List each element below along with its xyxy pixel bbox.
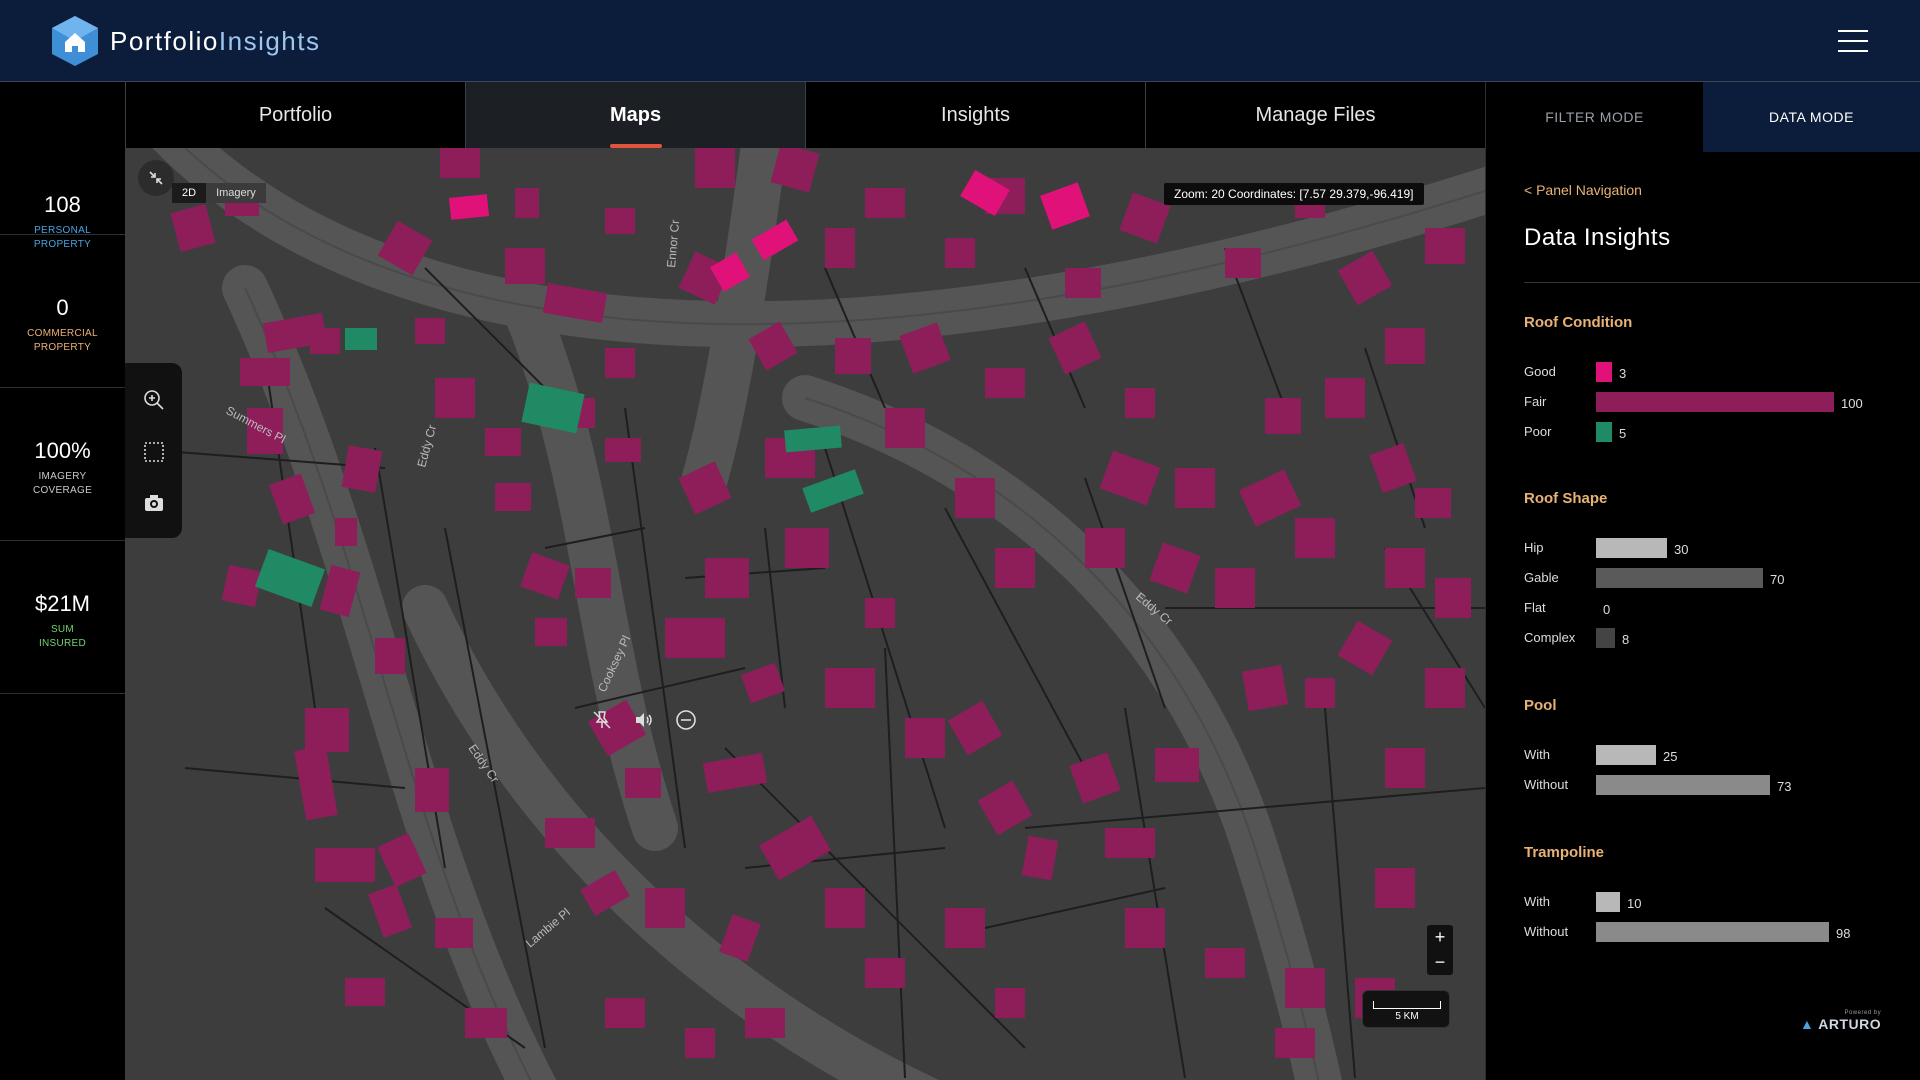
map-mid-controls — [590, 708, 698, 732]
stat-label: SUM INSURED — [38, 624, 87, 649]
zoom-out-button[interactable]: − — [1427, 950, 1453, 975]
zoom-in-icon[interactable] — [142, 388, 166, 412]
insight-row-label: Without — [1524, 777, 1569, 792]
insight-bar — [1596, 568, 1763, 588]
insight-row-label: Flat — [1524, 600, 1546, 615]
house-logo-icon — [52, 16, 98, 66]
hamburger-icon[interactable] — [1838, 30, 1868, 52]
insight-row-label: Gable — [1524, 570, 1559, 585]
insight-bar — [1596, 922, 1829, 942]
insight-row[interactable]: Without 73 — [1524, 773, 1904, 795]
section-title: Roof Condition — [1524, 314, 1633, 331]
main-tabs: Portfolio Maps Insights Manage Files — [125, 82, 1485, 148]
insight-bar — [1596, 362, 1612, 382]
insight-row-value: 73 — [1777, 779, 1792, 794]
stat-value: $21M — [34, 591, 91, 616]
panel-navigation-link[interactable]: < Panel Navigation — [1524, 182, 1642, 198]
insight-bar — [1596, 775, 1770, 795]
stat-label: IMAGERY COVERAGE — [32, 471, 93, 496]
divider — [1524, 282, 1920, 283]
filter-mode-button[interactable]: FILTER MODE — [1486, 82, 1703, 152]
insight-row-value: 5 — [1619, 426, 1627, 441]
insight-bar — [1596, 392, 1834, 412]
camera-icon[interactable] — [142, 491, 166, 515]
tab-maps[interactable]: Maps — [465, 82, 805, 148]
map-tool-strip — [125, 363, 182, 538]
stat-value: 0 — [56, 295, 69, 320]
insight-row-label: Complex — [1524, 630, 1576, 645]
insight-row-value: 3 — [1619, 366, 1627, 381]
insight-row[interactable]: With 25 — [1524, 743, 1904, 765]
insight-row-label: Poor — [1524, 424, 1552, 439]
scale-label: 5 KM — [1395, 1011, 1419, 1022]
tab-portfolio[interactable]: Portfolio — [125, 82, 465, 148]
stat-commercial-property: 0 COMMERCIAL PROPERTY — [0, 235, 125, 388]
stat-value: 108 — [44, 192, 81, 217]
zoom-coordinates-readout: Zoom: 20 Coordinates: [7.57 29.379,-96.4… — [1164, 183, 1424, 205]
insight-row[interactable]: With 10 — [1524, 890, 1904, 912]
map-canvas[interactable]: Summers Pl Eddy Cr Ennor Cr Cooksey Pl E… — [125, 148, 1485, 1080]
panel-mode-switch: FILTER MODE DATA MODE — [1486, 82, 1920, 152]
insight-bar — [1596, 538, 1667, 558]
scale-bar-line — [1373, 1001, 1441, 1009]
stat-personal-property: 108 PERSONAL PROPERTY — [0, 82, 125, 250]
map-view[interactable]: Summers Pl Eddy Cr Ennor Cr Cooksey Pl E… — [125, 148, 1485, 1080]
section-title: Pool — [1524, 697, 1557, 714]
mode-imagery-button[interactable]: Imagery — [206, 183, 266, 203]
stat-imagery-coverage: 100% IMAGERY COVERAGE — [0, 388, 125, 541]
zoom-in-button[interactable]: + — [1427, 925, 1453, 950]
insight-row-label: With — [1524, 747, 1550, 762]
section-title: Trampoline — [1524, 844, 1605, 861]
insight-row-value: 30 — [1674, 542, 1689, 557]
tab-insights[interactable]: Insights — [805, 82, 1145, 148]
insight-row-label: Without — [1524, 924, 1569, 939]
insight-row[interactable]: Without 98 — [1524, 920, 1904, 942]
brand-name: PortfolioInsights — [110, 26, 321, 56]
panel-title: Data Insights — [1524, 224, 1671, 251]
stat-value: 100% — [34, 438, 91, 463]
collapse-icon[interactable] — [138, 160, 174, 196]
mode-2d-button[interactable]: 2D — [172, 183, 207, 203]
tab-manage-files[interactable]: Manage Files — [1145, 82, 1485, 148]
pin-off-icon[interactable] — [590, 708, 614, 732]
insight-row-label: With — [1524, 894, 1550, 909]
data-mode-button[interactable]: DATA MODE — [1703, 82, 1920, 152]
insight-row[interactable]: Good 3 — [1524, 360, 1904, 382]
insight-bar — [1596, 892, 1620, 912]
insight-row[interactable]: Hip 30 — [1524, 536, 1904, 558]
insight-row[interactable]: Flat 0 — [1524, 596, 1904, 618]
insight-row-value: 8 — [1622, 632, 1630, 647]
insight-row-label: Fair — [1524, 394, 1547, 409]
data-panel: FILTER MODE DATA MODE < Panel Navigation… — [1485, 82, 1920, 1080]
scale-bar: 5 KM — [1362, 990, 1450, 1028]
insight-row-value: 25 — [1663, 749, 1678, 764]
insight-row[interactable]: Complex 8 — [1524, 626, 1904, 648]
insight-row-label: Hip — [1524, 540, 1544, 555]
insight-bar — [1596, 745, 1656, 765]
stat-label: COMMERCIAL PROPERTY — [27, 328, 98, 353]
insight-bar — [1596, 628, 1615, 648]
insight-row-value: 100 — [1841, 396, 1863, 411]
insight-row-value: 70 — [1770, 572, 1785, 587]
insight-row[interactable]: Fair 100 — [1524, 390, 1904, 412]
insight-row[interactable]: Gable 70 — [1524, 566, 1904, 588]
insight-row[interactable]: Poor 5 — [1524, 420, 1904, 442]
minus-circle-icon[interactable] — [674, 708, 698, 732]
insight-row-value: 98 — [1836, 926, 1851, 941]
stats-sidebar: 108 PERSONAL PROPERTY 0 COMMERCIAL PROPERT… — [0, 82, 125, 1080]
insight-row-value: 10 — [1627, 896, 1642, 911]
insight-row-label: Good — [1524, 364, 1556, 379]
insight-bar — [1596, 422, 1612, 442]
select-box-icon[interactable] — [142, 440, 166, 464]
arturo-logo: Powered by ▲ ARTURO — [1800, 1010, 1882, 1032]
view-mode-switch: 2D Imagery — [172, 183, 266, 203]
insight-row-value: 0 — [1603, 602, 1611, 617]
top-bar: PortfolioInsights — [0, 0, 1920, 82]
stat-sum-insured: $21M SUM INSURED — [0, 541, 125, 694]
zoom-control: + − — [1427, 925, 1453, 975]
section-title: Roof Shape — [1524, 490, 1608, 507]
volume-icon[interactable] — [632, 708, 656, 732]
